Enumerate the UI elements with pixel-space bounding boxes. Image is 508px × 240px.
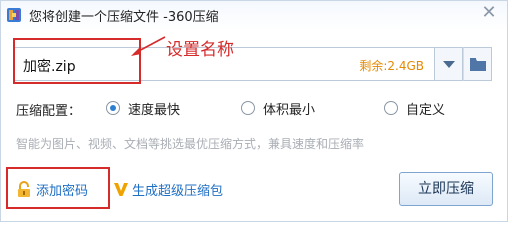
- window-title: 您将创建一个压缩文件 -360压缩: [29, 10, 219, 25]
- radio-dot: [241, 101, 255, 115]
- radio-label: 速度最快: [128, 102, 181, 118]
- v-check-icon: [114, 183, 128, 196]
- super-archive-link[interactable]: 生成超级压缩包: [113, 179, 223, 199]
- chevron-down-icon: [443, 61, 455, 68]
- super-archive-label: 生成超级压缩包: [132, 183, 224, 199]
- radio-dot: [384, 101, 398, 115]
- add-password-link[interactable]: 添加密码: [16, 179, 88, 199]
- add-password-label: 添加密码: [36, 183, 89, 199]
- radio-custom[interactable]: 自定义: [384, 98, 445, 118]
- folder-icon: [470, 58, 486, 71]
- compression-config: 压缩配置： 速度最快 体积最小 自定义: [16, 98, 496, 120]
- callout-label: 设置名称: [166, 40, 234, 60]
- archive-app-icon: [6, 7, 22, 23]
- compress-now-button[interactable]: 立即压缩: [399, 172, 493, 206]
- lock-icon: [18, 180, 30, 197]
- close-icon[interactable]: ✕: [479, 3, 499, 23]
- path-dropdown-button[interactable]: [435, 47, 463, 81]
- browse-folder-button[interactable]: [463, 47, 492, 81]
- radio-size-smallest[interactable]: 体积最小: [241, 98, 315, 118]
- compress-dialog: 您将创建一个压缩文件 -360压缩 ✕ 加密.zip 剩余:2.4GB 设置名称…: [0, 0, 508, 222]
- compression-description: 智能为图片、视频、文档等挑选最优压缩方式，兼具速度和压缩率: [16, 137, 365, 151]
- radio-dot-checked: [106, 101, 120, 115]
- radio-label: 自定义: [406, 102, 446, 118]
- filename-callout-box: [13, 38, 141, 84]
- callout-arrow: [131, 36, 166, 56]
- radio-label: 体积最小: [263, 102, 316, 118]
- title-bar: 您将创建一个压缩文件 -360压缩 ✕: [1, 1, 507, 29]
- remaining-space: 剩余:2.4GB: [359, 59, 424, 73]
- radio-speed-fastest[interactable]: 速度最快: [106, 98, 180, 118]
- compression-config-label: 压缩配置：: [16, 104, 82, 119]
